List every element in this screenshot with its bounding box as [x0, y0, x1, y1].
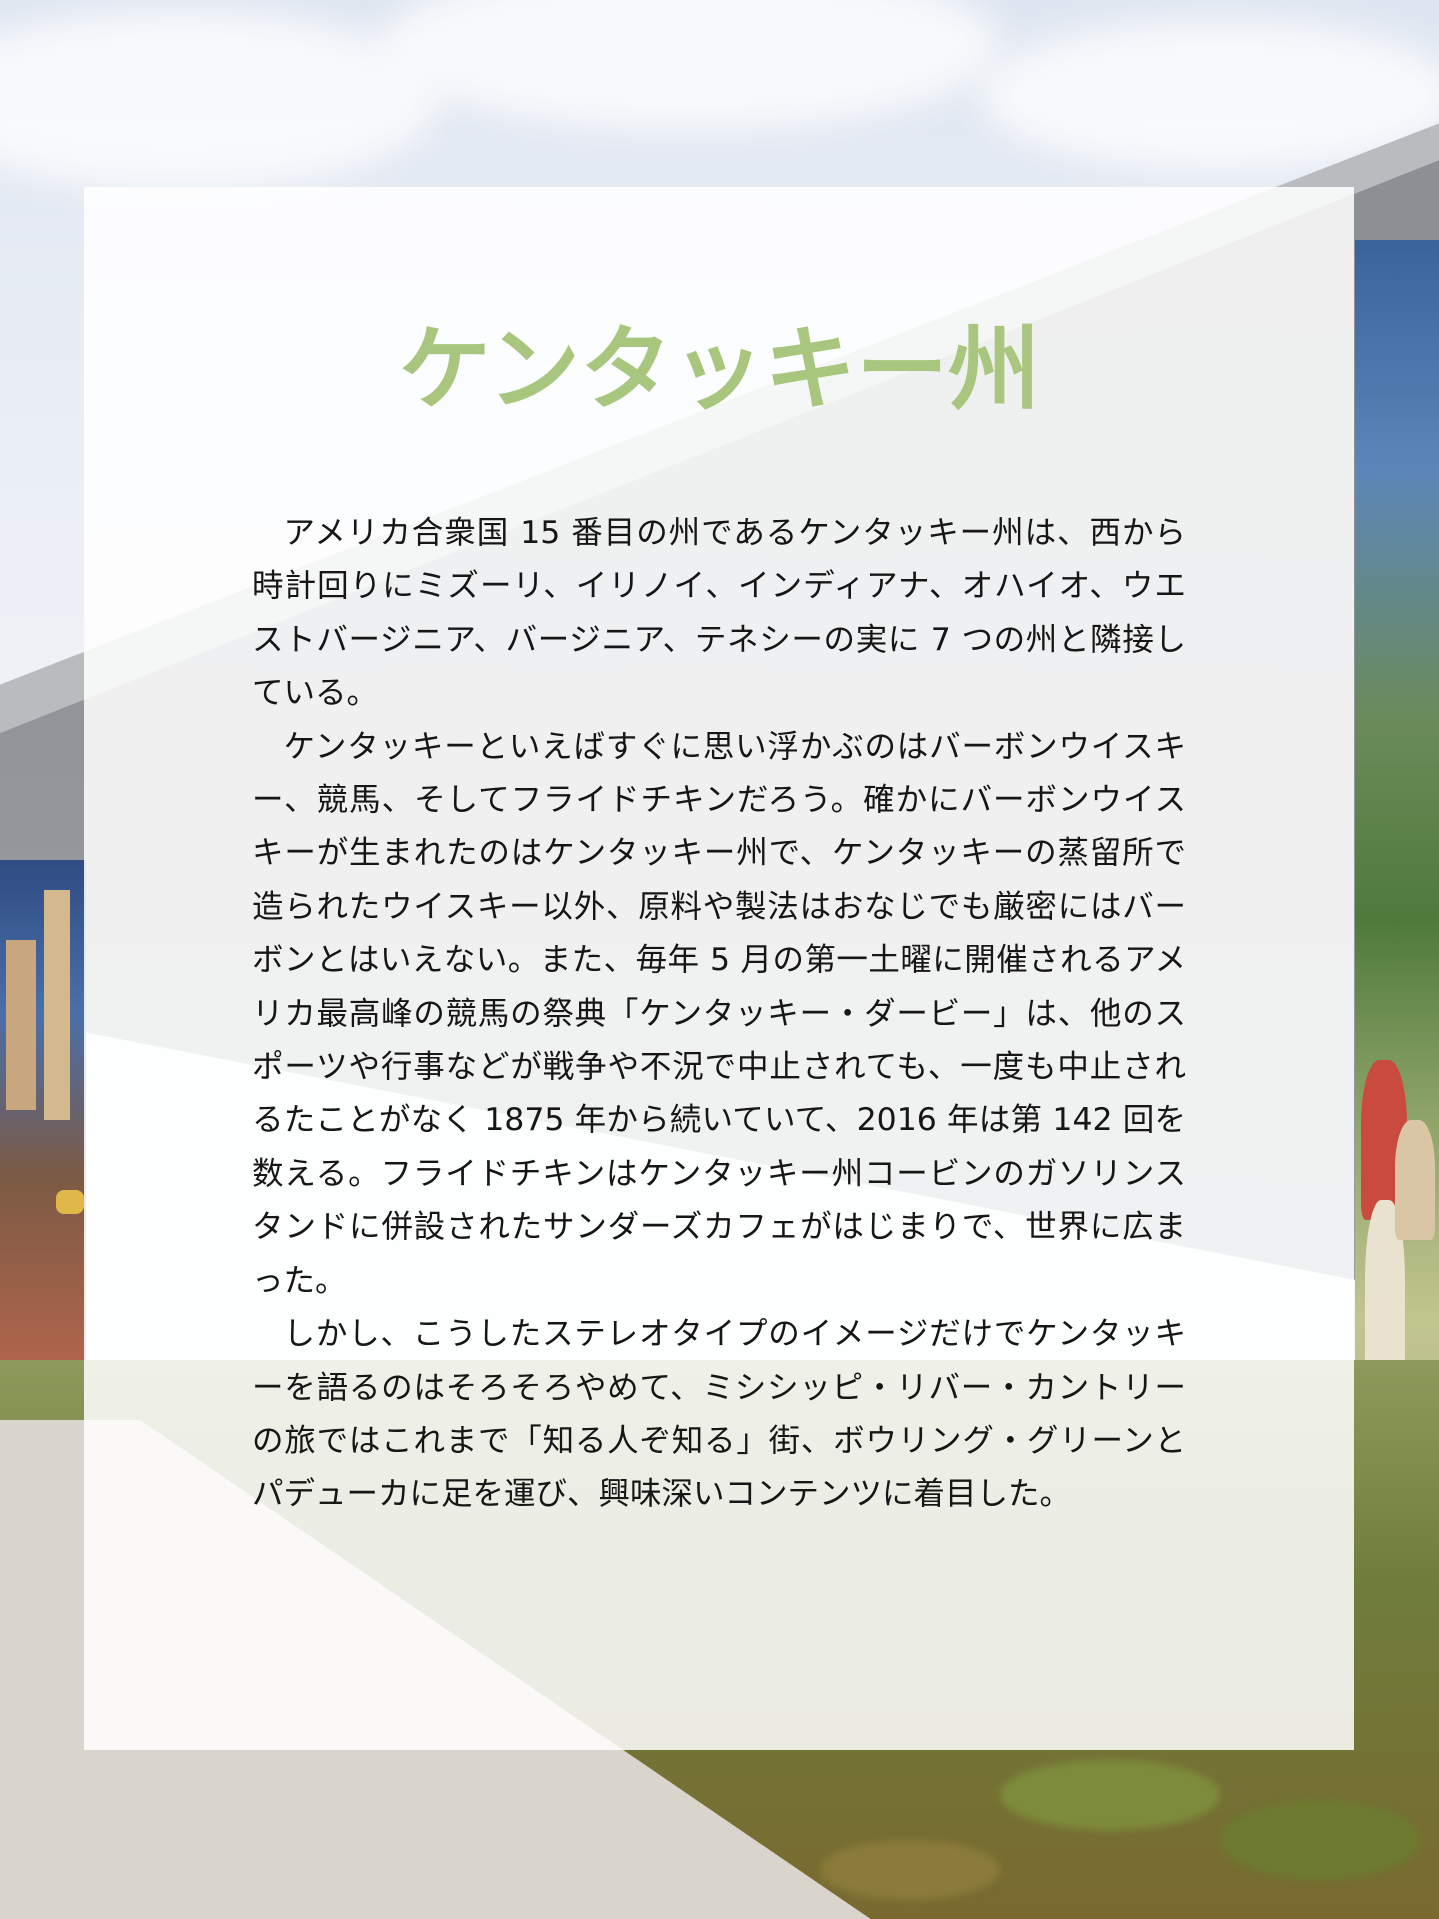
sky-cloud — [980, 20, 1439, 170]
mural-building — [6, 940, 36, 1110]
sky-cloud — [380, 0, 1000, 130]
grass-tuft — [1000, 1760, 1220, 1830]
article-body: アメリカ合衆国 15 番目の州であるケンタッキー州は、西から時計回りにミズーリ、… — [252, 507, 1186, 1522]
grass-tuft — [1220, 1800, 1420, 1880]
paragraph-1: アメリカ合衆国 15 番目の州であるケンタッキー州は、西から時計回りにミズーリ、… — [252, 515, 1186, 712]
page-title: ケンタッキー州 — [398, 316, 1041, 423]
sky-cloud — [0, 10, 440, 190]
mural-figure — [1395, 1120, 1435, 1240]
mural-building — [44, 890, 70, 1120]
paragraph-2: ケンタッキーといえばすぐに思い浮かぶのはバーボンウイスキー、競馬、そしてフライド… — [252, 728, 1186, 1299]
mural-left — [0, 860, 86, 1370]
grass-tuft — [820, 1840, 1000, 1900]
paragraph-3: しかし、こうしたステレオタイプのイメージだけでケンタッキーを語るのはそろそろやめ… — [252, 1316, 1186, 1513]
mural-car — [56, 1190, 84, 1214]
